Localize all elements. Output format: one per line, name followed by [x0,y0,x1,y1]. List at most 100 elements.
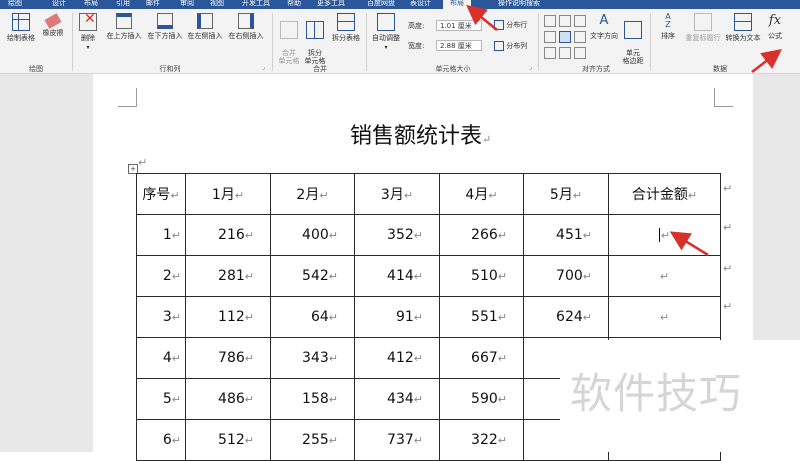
insert-below-button[interactable]: 在下方插入 [145,13,185,41]
alignment-grid [544,15,586,61]
convert-to-text-button[interactable]: 转换为文本 [724,13,762,43]
table-header-cell[interactable]: 序号↵ [136,173,186,215]
distribute-cols-button[interactable]: 分布列 [494,41,527,51]
ribbon-tab[interactable]: 帮助 [287,0,301,8]
table-cell[interactable]: 3↵ [136,296,186,338]
cell-text: 3 [162,309,172,325]
table-cell[interactable]: 400↵ [270,214,355,256]
table-cell[interactable]: 737↵ [354,419,440,461]
ribbon-tab[interactable]: 审阅 [180,0,194,8]
merge-cells-button[interactable]: 合并 单元格 [276,13,302,65]
align-bottom-center-icon[interactable] [559,47,571,59]
ribbon-tab[interactable]: 布局 [84,0,98,8]
table-cell[interactable]: 700↵ [523,255,609,297]
align-middle-left-icon[interactable] [544,31,556,43]
table-cell[interactable]: 266↵ [439,214,524,256]
table-cell[interactable]: 542↵ [270,255,355,297]
insert-right-icon [238,13,254,29]
align-bottom-left-icon[interactable] [544,47,556,59]
table-cell[interactable]: 158↵ [270,378,355,420]
group-rows-cols-label: 行和列 [159,65,181,73]
ribbon-tab[interactable]: 表设计 [410,0,431,8]
table-cell[interactable]: 414↵ [354,255,440,297]
table-cell[interactable]: 412↵ [354,337,440,379]
table-cell[interactable]: 551↵ [439,296,524,338]
repeat-header-label: 重复标题行 [685,34,721,42]
align-top-left-icon[interactable] [544,15,556,27]
table-cell[interactable]: 64↵ [270,296,355,338]
convert-to-text-icon [734,13,752,31]
draw-table-button[interactable]: 绘制表格 [4,13,38,43]
table-cell[interactable]: 510↵ [439,255,524,297]
insert-above-button[interactable]: 在上方插入 [104,13,144,41]
table-cell[interactable]: 322↵ [439,419,524,461]
table-header-cell[interactable]: 4月↵ [439,173,524,215]
autofit-button[interactable]: 自动调整 ▾ [370,13,402,51]
table-cell[interactable]: 434↵ [354,378,440,420]
ribbon-tab[interactable]: 设计 [52,0,66,8]
split-cells-button[interactable]: 拆分 单元格 [302,13,328,65]
table-cell[interactable]: 6↵ [136,419,186,461]
split-table-button[interactable]: 拆分表格 [328,13,364,43]
align-bottom-right-icon[interactable] [574,47,586,59]
ribbon-tab[interactable]: 引用 [116,0,130,8]
sort-icon: AZ [665,12,671,29]
table-cell[interactable]: 281↵ [185,255,271,297]
table-cell[interactable]: 352↵ [354,214,440,256]
ribbon-tab[interactable]: 更多工具 [317,0,345,8]
ribbon-tab[interactable]: 开发工具 [242,0,270,8]
align-top-center-icon[interactable] [559,15,571,27]
table-header-cell[interactable]: 3月↵ [354,173,440,215]
dialog-launcher-icon[interactable]: ⌟ [529,64,532,71]
table-cell[interactable]: 255↵ [270,419,355,461]
total-cell[interactable]: ↵ [608,296,721,338]
ribbon-tab[interactable]: 布局 [443,0,471,9]
sort-button[interactable]: AZ 排序 [656,13,680,41]
align-top-right-icon[interactable] [574,15,586,27]
formula-button[interactable]: fx 公式 [762,13,788,41]
delete-button[interactable]: ✕ 删除 ▾ [76,11,100,51]
text-direction-button[interactable]: A 文字方向 [588,13,620,41]
table-header-cell[interactable]: 1月↵ [185,173,271,215]
ribbon-tab[interactable]: 邮件 [146,0,160,8]
cell-margins-button[interactable]: 单元 格边距 [620,13,646,65]
ribbon-tab[interactable]: 视图 [210,0,224,8]
table-cell[interactable]: 624↵ [523,296,609,338]
table-header-cell[interactable]: 5月↵ [523,173,609,215]
align-middle-right-icon[interactable] [574,31,586,43]
paragraph-mark: ↵ [497,229,507,242]
tell-me-search[interactable]: 操作说明搜索 [498,0,540,8]
align-middle-center-icon[interactable] [559,31,571,43]
table-cell[interactable]: 5↵ [136,378,186,420]
table-cell[interactable]: 451↵ [523,214,609,256]
table-cell[interactable]: 667↵ [439,337,524,379]
total-cell[interactable]: ↵ [608,214,721,256]
table-header-cell[interactable]: 合计金额↵ [608,173,721,215]
table-cell[interactable]: 343↵ [270,337,355,379]
insert-left-button[interactable]: 在左侧插入 [185,13,225,41]
width-input[interactable]: 2.88 厘米 [436,40,482,51]
table-header-row: 序号↵ 1月↵ 2月↵ 3月↵ 4月↵ 5月↵ 合计金额↵ [136,173,721,215]
dialog-launcher-icon[interactable]: ⌟ [262,64,265,71]
table-cell[interactable]: 112↵ [185,296,271,338]
eraser-button[interactable]: 橡皮擦 [38,13,68,38]
ribbon-tab[interactable]: 百度网盘 [367,0,395,8]
table-cell[interactable]: 91↵ [354,296,440,338]
repeat-header-button[interactable]: 重复标题行 [680,13,726,43]
formula-label: 公式 [768,32,782,40]
table-cell[interactable]: 1↵ [136,214,186,256]
table-cell[interactable]: 4↵ [136,337,186,379]
distribute-rows-button[interactable]: 分布行 [494,20,527,30]
table-header-cell[interactable]: 2月↵ [270,173,355,215]
insert-right-button[interactable]: 在右侧插入 [225,13,267,41]
table-cell[interactable]: 512↵ [185,419,271,461]
table-cell[interactable]: 2↵ [136,255,186,297]
height-input[interactable]: 1.01 厘米 [436,20,482,31]
table-cell[interactable]: 786↵ [185,337,271,379]
table-cell[interactable]: 216↵ [185,214,271,256]
total-cell[interactable]: ↵ [608,255,721,297]
ribbon-tab[interactable]: 绘图 [8,0,22,8]
table-cell[interactable]: 590↵ [439,378,524,420]
cell-text: 112 [218,309,245,325]
table-cell[interactable]: 486↵ [185,378,271,420]
